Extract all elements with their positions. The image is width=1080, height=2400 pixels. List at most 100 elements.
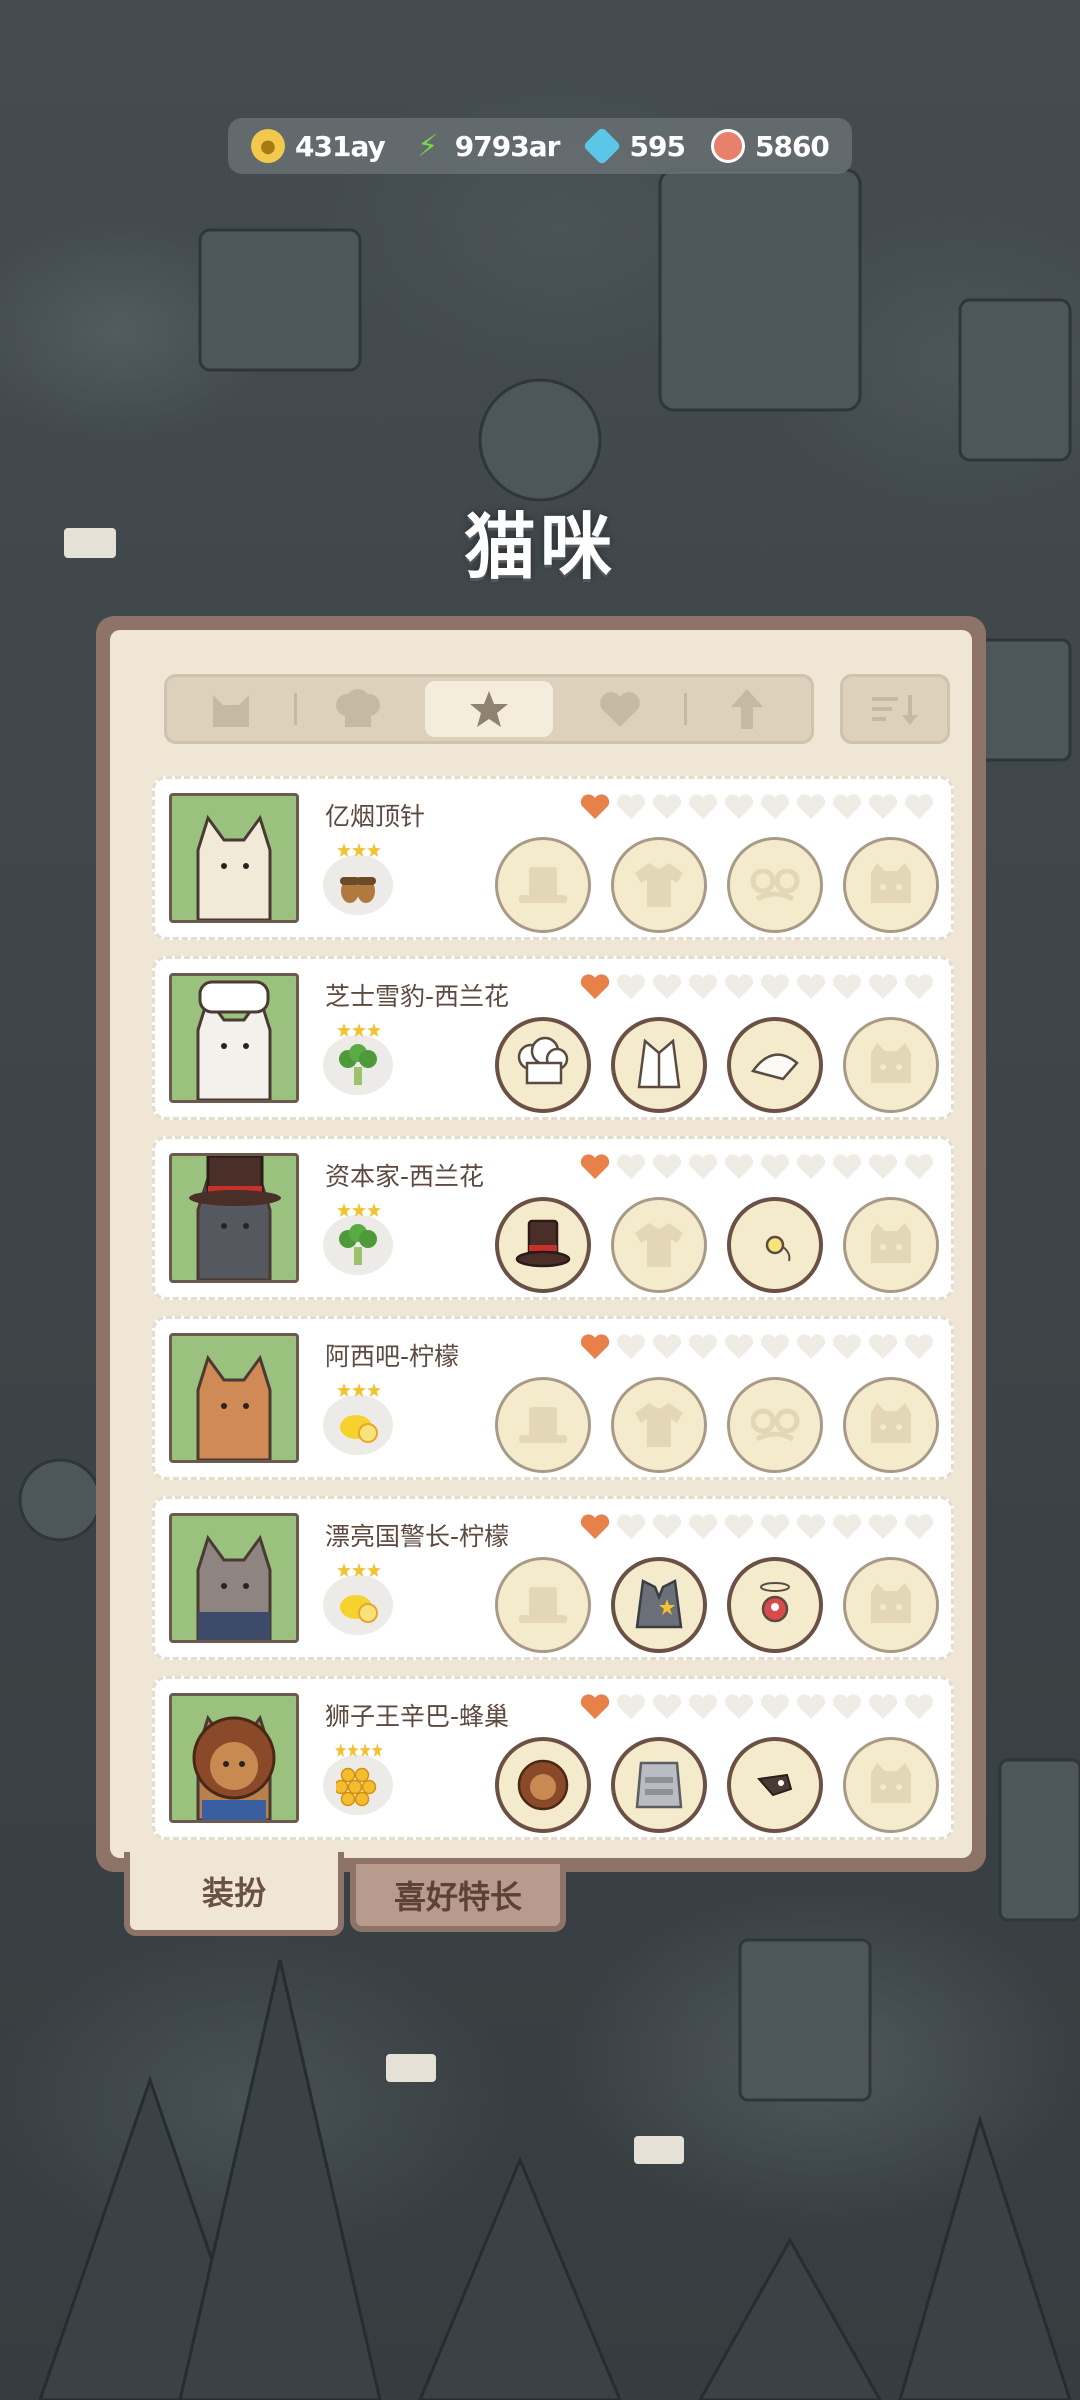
outfit-slot-hat-empty[interactable] <box>495 1557 591 1653</box>
heart-empty-icon <box>832 1694 862 1719</box>
heart-empty-icon <box>652 974 682 999</box>
outfit-slot-sunglasses[interactable] <box>727 1737 823 1833</box>
cat-card[interactable]: 亿烟顶针 <box>152 776 954 940</box>
heart-empty-icon <box>724 794 754 819</box>
pet-empty-icon <box>871 1043 911 1083</box>
tab-chef[interactable] <box>294 677 421 741</box>
outfit-slot-shirt-empty[interactable] <box>611 837 707 933</box>
star-icon <box>367 1203 381 1217</box>
heart-empty-icon <box>616 1154 646 1179</box>
currency-yarn[interactable]: 5860 <box>710 129 830 163</box>
sort-button[interactable] <box>840 674 950 744</box>
outfit-slot-chef-vest[interactable] <box>611 1017 707 1113</box>
cat-card[interactable]: 阿西吧-柠檬 <box>152 1316 954 1480</box>
cat-avatar[interactable] <box>169 1153 299 1283</box>
outfit-slot-pet-empty[interactable] <box>843 1017 939 1113</box>
star-icon <box>337 1023 351 1037</box>
cat-avatar[interactable] <box>169 1693 299 1823</box>
outfit-slot-glasses-empty[interactable] <box>727 1377 823 1473</box>
star-icon <box>352 843 366 857</box>
outfit-slot-top-hat[interactable] <box>495 1197 591 1293</box>
tab-favorites[interactable] <box>557 677 684 741</box>
outfit-slot-hat-empty[interactable] <box>495 1377 591 1473</box>
outfit-slot-bandana[interactable] <box>727 1017 823 1113</box>
affection-hearts <box>579 1513 935 1541</box>
tab-level[interactable] <box>683 677 811 741</box>
outfit-slot-mini-robot[interactable] <box>727 1557 823 1653</box>
heart-empty-icon <box>724 1334 754 1359</box>
outfit-slot-sheriff-vest[interactable] <box>611 1557 707 1653</box>
currency-coins[interactable]: ● 431ay <box>251 129 386 163</box>
outfit-slot-pet-empty[interactable] <box>843 1197 939 1293</box>
outfit-slot-lion-mane[interactable] <box>495 1737 591 1833</box>
tab-outfit[interactable]: 装扮 <box>124 1852 344 1936</box>
outfit-slot-shirt-empty[interactable] <box>611 1377 707 1473</box>
outfit-slots <box>495 1377 939 1473</box>
tab-cats[interactable] <box>167 677 294 741</box>
heart-empty-icon <box>904 1514 934 1539</box>
filter-tabs <box>164 674 814 744</box>
heart-filled-icon <box>580 1334 610 1359</box>
food-badge[interactable] <box>323 1563 395 1635</box>
outfit-slot-pet-empty[interactable] <box>843 1557 939 1653</box>
currency-gems[interactable]: 595 <box>583 126 686 166</box>
heart-empty-icon <box>796 1154 826 1179</box>
heart-empty-icon <box>904 794 934 819</box>
outfit-slot-pet-empty[interactable] <box>843 1377 939 1473</box>
cat-avatar[interactable] <box>169 1333 299 1463</box>
cat-avatar[interactable] <box>169 973 299 1103</box>
heart-empty-icon <box>652 1154 682 1179</box>
heart-empty-icon <box>904 1694 934 1719</box>
acorn-icon <box>340 877 376 903</box>
tab-preferences[interactable]: 喜好特长 <box>350 1858 566 1932</box>
outfit-slot-pet-empty[interactable] <box>843 837 939 933</box>
outfit-slot-glasses-empty[interactable] <box>727 837 823 933</box>
food-badge[interactable] <box>323 1743 395 1815</box>
currency-energy[interactable]: ⚡ 9793ar <box>411 129 560 164</box>
heart-icon <box>600 692 641 727</box>
heart-empty-icon <box>868 1514 898 1539</box>
heart-empty-icon <box>616 794 646 819</box>
tab-stars[interactable] <box>425 681 553 737</box>
cat-avatar[interactable] <box>169 1513 299 1643</box>
star-icon <box>367 843 381 857</box>
currency-bar: ● 431ay ⚡ 9793ar 595 5860 <box>228 118 852 174</box>
outfit-slot-shirt-empty[interactable] <box>611 1197 707 1293</box>
cat-card[interactable]: 资本家-西兰花 <box>152 1136 954 1300</box>
food-badge[interactable] <box>323 1203 395 1275</box>
affection-hearts <box>579 1693 935 1721</box>
cat-card[interactable]: 漂亮国警长-柠檬 <box>152 1496 954 1660</box>
sunglasses-icon <box>757 1773 793 1797</box>
star-rating <box>335 1563 383 1577</box>
star-rating <box>335 1203 383 1217</box>
cat-icon <box>212 695 249 727</box>
food-badge[interactable] <box>323 1383 395 1455</box>
heart-empty-icon <box>724 974 754 999</box>
outfit-slot-hat-empty[interactable] <box>495 837 591 933</box>
outfit-slot-armor[interactable] <box>611 1737 707 1833</box>
outfit-slot-monocle[interactable] <box>727 1197 823 1293</box>
gem-value: 595 <box>629 129 685 163</box>
yarn-icon <box>710 129 745 163</box>
honeycomb-icon <box>336 1767 377 1807</box>
broccoli-icon <box>339 1044 377 1085</box>
outfit-slot-pet-empty[interactable] <box>843 1737 939 1833</box>
cat-card[interactable]: 芝士雪豹-西兰花 <box>152 956 954 1120</box>
heart-empty-icon <box>688 1154 718 1179</box>
cat-name: 亿烟顶针 <box>325 802 426 831</box>
glasses-empty-icon <box>750 868 800 902</box>
heart-empty-icon <box>796 1334 826 1359</box>
food-badge[interactable] <box>323 1023 395 1095</box>
star-icon <box>347 1743 359 1757</box>
star-rating <box>335 1743 383 1757</box>
outfit-slot-chef-hat[interactable] <box>495 1017 591 1113</box>
heart-empty-icon <box>868 1694 898 1719</box>
heart-filled-icon <box>580 794 610 819</box>
food-badge[interactable] <box>323 843 395 915</box>
cat-avatar[interactable] <box>169 793 299 923</box>
broccoli-icon <box>339 1224 377 1265</box>
heart-filled-icon <box>580 974 610 999</box>
heart-empty-icon <box>760 974 790 999</box>
cat-card[interactable]: 狮子王辛巴-蜂巢 <box>152 1676 954 1840</box>
mini-robot-icon <box>760 1582 790 1623</box>
